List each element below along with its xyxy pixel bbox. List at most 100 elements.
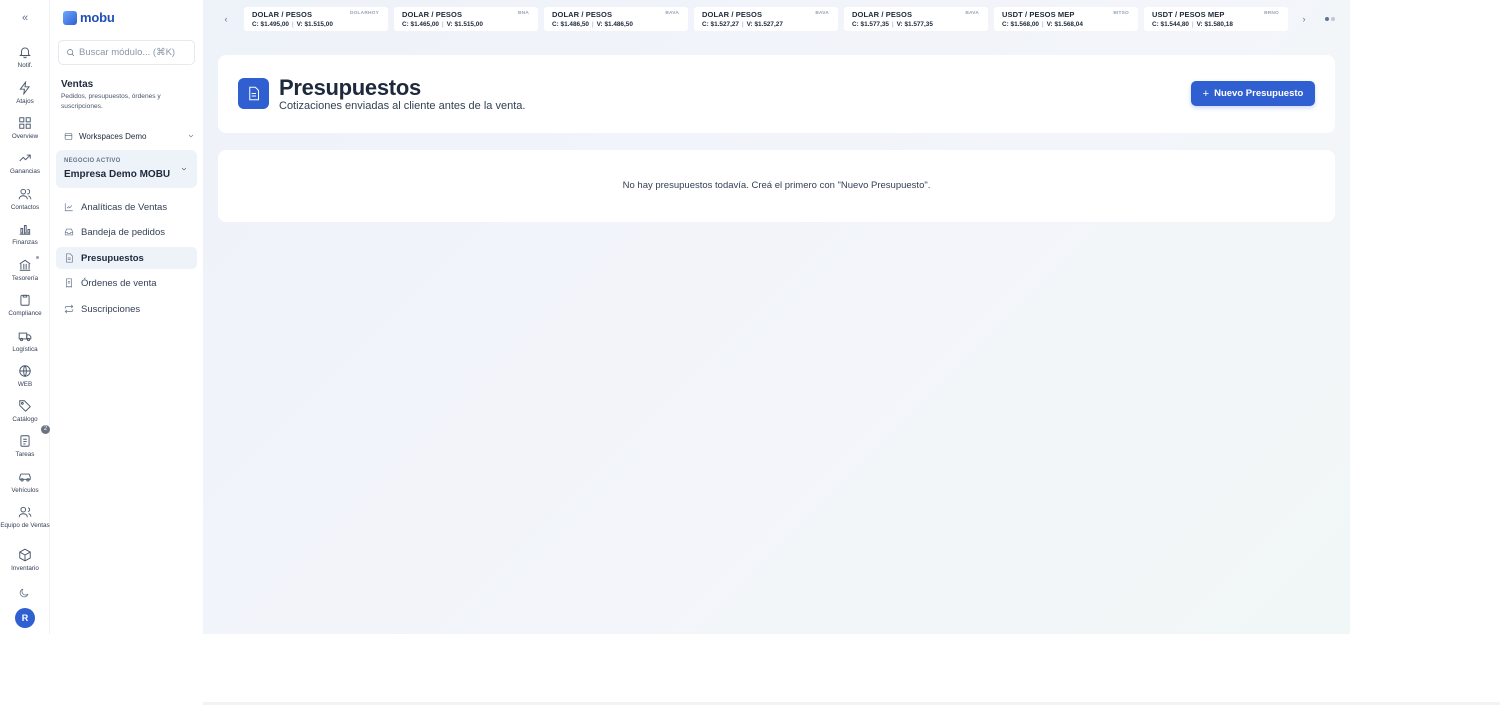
rail-item-contactos[interactable]: Contactos xyxy=(0,187,50,212)
rail-item-label: Contactos xyxy=(10,204,40,211)
rate-buy: C: $1.465,00 xyxy=(402,21,439,28)
rail-item-equipo-ventas[interactable]: Equipo de Ventas xyxy=(0,505,50,530)
nav-item-suscripciones[interactable]: Suscripciones xyxy=(56,298,197,320)
ticker-next-button[interactable]: › xyxy=(1297,12,1311,26)
collapse-sidebar-icon[interactable]: « xyxy=(18,11,32,25)
rate-prices: C: $1.495,00 | V: $1.515,00 xyxy=(252,21,333,28)
brand-name: mobu xyxy=(80,10,115,25)
rate-pair: USDT / PESOS MEP xyxy=(1002,10,1075,19)
cube-icon xyxy=(19,548,31,562)
active-business-caption: NEGOCIO ACTIVO xyxy=(64,158,121,164)
rate-pair: DOLAR / PESOS xyxy=(552,10,613,19)
rail-item-finanzas[interactable]: Finanzas xyxy=(0,222,50,247)
rail-item-label: Catálogo xyxy=(12,416,38,423)
rail-item-web[interactable]: WEB xyxy=(0,364,50,389)
rate-sell: V: $1.577,35 xyxy=(896,21,933,28)
nav-item-label: Presupuestos xyxy=(81,252,144,264)
rail-item-label: WEB xyxy=(17,381,33,388)
rail-item-label: Inventario xyxy=(11,565,39,572)
nav-item-analiticas[interactable]: Analíticas de Ventas xyxy=(56,196,197,218)
active-business-selector[interactable]: NEGOCIO ACTIVO Empresa Demo MOBU xyxy=(56,150,197,188)
document-icon xyxy=(249,86,259,101)
new-quote-button-label: Nuevo Presupuesto xyxy=(1214,88,1304,99)
rate-source: BAVA xyxy=(665,11,679,16)
rail-item-logistica[interactable]: Logística xyxy=(0,329,50,354)
rail-item-tareas[interactable]: Tareas xyxy=(0,434,50,459)
rail-item-label: Equipo de Ventas xyxy=(0,522,50,529)
module-panel: mobu Ventas Pedidos, presupuestos, órden… xyxy=(50,0,203,634)
user-avatar[interactable]: R xyxy=(15,608,35,628)
chevron-down-icon xyxy=(188,134,194,138)
rate-card: USDT / PESOS MEP BRNO C: $1.544,80 | V: $1… xyxy=(1144,7,1288,31)
nav-item-ordenes[interactable]: Órdenes de venta xyxy=(56,272,197,294)
search-icon xyxy=(67,49,75,57)
tasks-count-badge: 2 xyxy=(41,425,50,434)
rate-buy: C: $1.486,50 xyxy=(552,21,589,28)
bank-icon xyxy=(19,259,31,271)
rail-item-catalogo[interactable]: Catálogo xyxy=(0,399,50,424)
rail-item-label: Notif. xyxy=(17,62,33,69)
pagination-dot[interactable] xyxy=(1331,17,1335,21)
box-icon xyxy=(18,332,32,342)
rail-item-notif[interactable]: Notif. xyxy=(0,45,50,70)
rate-prices: C: $1.544,80 | V: $1.580,18 xyxy=(1152,21,1233,28)
rail-item-atajos[interactable]: Atajos xyxy=(0,81,50,106)
workspace-selector[interactable]: Workspaces Demo xyxy=(58,128,195,144)
rate-sell: V: $1.580,18 xyxy=(1196,21,1233,28)
page-header-card: Presupuestos Cotizaciones enviadas al cl… xyxy=(218,55,1335,133)
page-title: Presupuestos xyxy=(279,75,421,100)
status-dot xyxy=(36,256,39,259)
rail-item-label: Compliance xyxy=(8,310,42,317)
rate-source: BITSO xyxy=(1113,11,1129,16)
nav-item-bandeja[interactable]: Bandeja de pedidos xyxy=(56,221,197,243)
active-business-name: Empresa Demo MOBU xyxy=(64,169,171,180)
main-content: ‹ DOLAR / PESOS DOLARHOY C: $1.495,00 | V:… xyxy=(203,0,1350,634)
brand-logo[interactable]: mobu xyxy=(63,10,115,25)
empty-state-message: No hay presupuestos todavía. Creá el pri… xyxy=(622,180,931,191)
ticker-pagination[interactable] xyxy=(1325,17,1335,21)
pagination-dot-active[interactable] xyxy=(1325,17,1329,21)
rail-item-label: Vehículos xyxy=(11,487,39,494)
bell-icon xyxy=(19,47,31,59)
rate-card: DOLAR / PESOS DOLARHOY C: $1.495,00 | V: $… xyxy=(244,7,388,31)
nav-item-label: Suscripciones xyxy=(81,303,141,315)
rail-item-compliance[interactable]: Compliance xyxy=(0,293,50,318)
inbox-icon xyxy=(64,228,74,236)
search-input[interactable] xyxy=(79,47,189,58)
new-quote-button[interactable]: + Nuevo Presupuesto xyxy=(1191,81,1315,106)
repeat-icon xyxy=(64,304,74,314)
dark-mode-toggle[interactable] xyxy=(18,586,32,600)
rail-item-vehiculos[interactable]: Vehículos xyxy=(0,470,50,495)
globe-icon xyxy=(19,365,31,377)
workspace-icon xyxy=(64,132,73,140)
rate-source: BRNO xyxy=(1264,11,1279,16)
rate-buy: C: $1.527,27 xyxy=(702,21,739,28)
nav-item-label: Analíticas de Ventas xyxy=(81,201,168,213)
receipt-icon xyxy=(66,278,72,288)
rate-sell: V: $1.515,00 xyxy=(296,21,333,28)
module-search[interactable] xyxy=(58,40,195,65)
rail-item-tesoreria[interactable]: Tesorería xyxy=(0,258,50,283)
rate-source: BAVA xyxy=(965,11,979,16)
exchange-rate-ticker: ‹ DOLAR / PESOS DOLARHOY C: $1.495,00 | V:… xyxy=(203,0,1350,38)
rail-item-ganancias[interactable]: Ganancias xyxy=(0,151,50,176)
rate-sell: V: $1.527,27 xyxy=(746,21,783,28)
moon-icon xyxy=(19,588,29,598)
rate-card: DOLAR / PESOS BAVA C: $1.486,50 | V: $1.48… xyxy=(544,7,688,31)
rate-prices: C: $1.465,00 | V: $1.515,00 xyxy=(402,21,483,28)
rail-item-inventario[interactable]: Inventario xyxy=(0,548,50,573)
nav-item-presupuestos[interactable]: Presupuestos xyxy=(56,247,197,269)
ticker-prev-button[interactable]: ‹ xyxy=(219,12,233,26)
rate-buy: C: $1.544,80 xyxy=(1152,21,1189,28)
rail-item-label: Ganancias xyxy=(9,168,41,175)
page-icon xyxy=(238,78,269,109)
rail-item-overview[interactable]: Overview xyxy=(0,116,50,141)
rail-item-label: Atajos xyxy=(16,98,34,105)
module-title: Ventas xyxy=(61,79,94,90)
rate-prices: C: $1.577,35 | V: $1.577,35 xyxy=(852,21,933,28)
zap-icon xyxy=(19,81,31,95)
trending-up-icon xyxy=(19,154,31,162)
chart-icon xyxy=(64,203,73,212)
rail-item-label: Logística xyxy=(12,346,38,353)
rail-item-label: Tareas xyxy=(15,451,35,458)
